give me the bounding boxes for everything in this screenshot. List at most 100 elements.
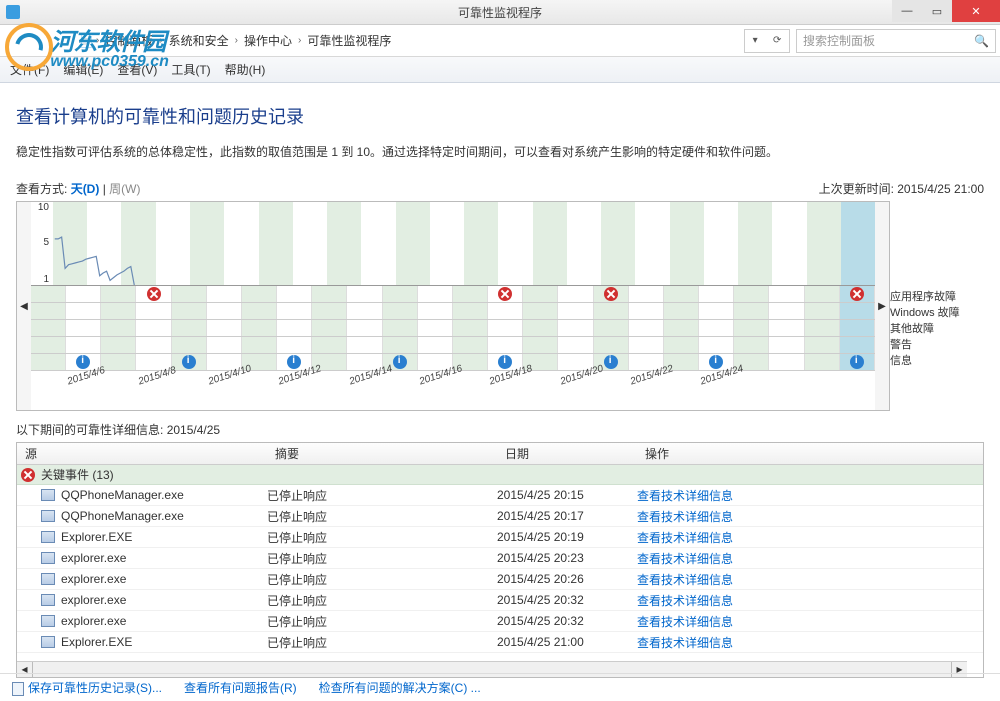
- error-icon: [604, 287, 618, 301]
- event-source: Explorer.EXE: [61, 635, 132, 649]
- event-action-link[interactable]: 查看技术详细信息: [637, 487, 733, 504]
- chart-column[interactable]: [841, 202, 875, 285]
- chart-column[interactable]: [361, 202, 395, 285]
- app-file-icon: [41, 636, 55, 648]
- fault-row: [31, 320, 875, 337]
- event-action-link[interactable]: 查看技术详细信息: [637, 634, 733, 651]
- close-button[interactable]: ✕: [952, 0, 1000, 22]
- chart-column[interactable]: [396, 202, 430, 285]
- table-row[interactable]: Explorer.EXE已停止响应2015/4/25 21:00查看技术详细信息: [17, 632, 983, 653]
- event-source: explorer.exe: [61, 551, 126, 565]
- view-mode-day[interactable]: 天(D): [71, 182, 100, 196]
- table-row[interactable]: explorer.exe已停止响应2015/4/25 20:32查看技术详细信息: [17, 611, 983, 632]
- chart-column[interactable]: [601, 202, 635, 285]
- info-icon: [287, 355, 301, 369]
- chart-column[interactable]: [498, 202, 532, 285]
- menu-file[interactable]: 文件(F): [10, 61, 49, 78]
- chart-column[interactable]: [704, 202, 738, 285]
- breadcrumb-seg[interactable]: 系统和安全: [165, 30, 233, 51]
- error-icon: [850, 287, 864, 301]
- event-action-link[interactable]: 查看技术详细信息: [637, 592, 733, 609]
- event-action-link[interactable]: 查看技术详细信息: [637, 550, 733, 567]
- chart-column[interactable]: [224, 202, 258, 285]
- fault-row: [31, 337, 875, 354]
- breadcrumb-seg[interactable]: 可靠性监视程序: [303, 30, 395, 51]
- menu-edit[interactable]: 编辑(E): [63, 61, 103, 78]
- breadcrumb-seg[interactable]: 控制面板: [101, 30, 157, 51]
- error-icon: [147, 287, 161, 301]
- view-mode-row: 查看方式: 天(D) | 周(W): [16, 180, 140, 197]
- event-date: 2015/4/25 20:32: [497, 593, 637, 607]
- col-date[interactable]: 日期: [497, 445, 637, 462]
- chart-column[interactable]: [807, 202, 841, 285]
- folder-icon: 📄: [79, 34, 94, 48]
- table-row[interactable]: explorer.exe已停止响应2015/4/25 20:23查看技术详细信息: [17, 548, 983, 569]
- info-icon: [850, 355, 864, 369]
- view-mode-week[interactable]: 周(W): [109, 182, 140, 196]
- event-action-link[interactable]: 查看技术详细信息: [637, 508, 733, 525]
- page-description: 稳定性指数可评估系统的总体稳定性，此指数的取值范围是 1 到 10。通过选择特定…: [16, 143, 984, 160]
- chart-column[interactable]: [156, 202, 190, 285]
- minimize-button[interactable]: ―: [892, 0, 922, 22]
- info-icon: [498, 355, 512, 369]
- info-icon: [393, 355, 407, 369]
- menu-help[interactable]: 帮助(H): [225, 61, 266, 78]
- table-row[interactable]: explorer.exe已停止响应2015/4/25 20:32查看技术详细信息: [17, 590, 983, 611]
- event-action-link[interactable]: 查看技术详细信息: [637, 529, 733, 546]
- last-updated: 上次更新时间: 2015/4/25 21:00: [819, 180, 984, 197]
- table-row[interactable]: QQPhoneManager.exe已停止响应2015/4/25 20:15查看…: [17, 485, 983, 506]
- view-all-reports-link[interactable]: 查看所有问题报告(R): [184, 679, 297, 696]
- app-icon: [6, 5, 20, 19]
- detail-scroll[interactable]: 关键事件 (13) QQPhoneManager.exe已停止响应2015/4/…: [17, 465, 983, 657]
- search-input[interactable]: 搜索控制面板 🔍: [796, 29, 996, 53]
- event-source: explorer.exe: [61, 614, 126, 628]
- chart-column[interactable]: [738, 202, 772, 285]
- chevron-right-icon: ›: [235, 35, 238, 46]
- event-date: 2015/4/25 20:32: [497, 614, 637, 628]
- chart-column[interactable]: [635, 202, 669, 285]
- event-date: 2015/4/25 20:26: [497, 572, 637, 586]
- table-row[interactable]: QQPhoneManager.exe已停止响应2015/4/25 20:17查看…: [17, 506, 983, 527]
- detail-title: 以下期间的可靠性详细信息: 2015/4/25: [16, 421, 984, 438]
- table-row[interactable]: Explorer.EXE已停止响应2015/4/25 20:19查看技术详细信息: [17, 527, 983, 548]
- window-titlebar: 可靠性监视程序 ― ▭ ✕: [0, 0, 1000, 25]
- menu-view[interactable]: 查看(V): [117, 61, 157, 78]
- chevron-right-icon: ›: [96, 35, 99, 46]
- chart-column[interactable]: [327, 202, 361, 285]
- detail-grid: 源 摘要 日期 操作 关键事件 (13) QQPhoneManager.exe已…: [16, 442, 984, 678]
- save-history-link[interactable]: 保存可靠性历史记录(S)...: [12, 679, 162, 696]
- chart-column[interactable]: [259, 202, 293, 285]
- event-group-critical[interactable]: 关键事件 (13): [17, 465, 983, 485]
- chart-column[interactable]: [567, 202, 601, 285]
- col-source[interactable]: 源: [17, 445, 267, 462]
- event-date: 2015/4/25 20:23: [497, 551, 637, 565]
- chart-column[interactable]: [464, 202, 498, 285]
- chart-scroll-right[interactable]: ▶: [875, 202, 889, 410]
- chart-column[interactable]: [772, 202, 806, 285]
- event-source: explorer.exe: [61, 572, 126, 586]
- check-solutions-link[interactable]: 检查所有问题的解决方案(C) ...: [319, 679, 481, 696]
- document-icon: [12, 682, 24, 696]
- chart-panel: ◀ 10 5 1 2015/4/62015/4/82015/4/102015/4…: [16, 201, 890, 411]
- detail-header: 源 摘要 日期 操作: [17, 443, 983, 465]
- info-icon: [182, 355, 196, 369]
- maximize-button[interactable]: ▭: [922, 0, 952, 22]
- menu-tools[interactable]: 工具(T): [171, 61, 210, 78]
- col-summary[interactable]: 摘要: [267, 445, 497, 462]
- chart-column[interactable]: [293, 202, 327, 285]
- menu-bar: 文件(F) 编辑(E) 查看(V) 工具(T) 帮助(H): [0, 57, 1000, 83]
- path-dropdown-refresh[interactable]: ▾⟳: [744, 29, 790, 53]
- event-action-link[interactable]: 查看技术详细信息: [637, 613, 733, 630]
- chart-column[interactable]: [430, 202, 464, 285]
- breadcrumb-seg[interactable]: 操作中心: [240, 30, 296, 51]
- event-action-link[interactable]: 查看技术详细信息: [637, 571, 733, 588]
- col-action[interactable]: 操作: [637, 445, 983, 462]
- chart-column[interactable]: [533, 202, 567, 285]
- event-summary: 已停止响应: [267, 571, 497, 588]
- table-row[interactable]: explorer.exe 已停止响应2015/4/25 20:26查看技术详细信息: [17, 569, 983, 590]
- search-icon: 🔍: [974, 34, 989, 48]
- chart-scroll-left[interactable]: ◀: [17, 202, 31, 410]
- chart-column[interactable]: [190, 202, 224, 285]
- chart-column[interactable]: [670, 202, 704, 285]
- fault-legend: 应用程序故障 Windows 故障 其他故障 警告 信息: [890, 201, 984, 411]
